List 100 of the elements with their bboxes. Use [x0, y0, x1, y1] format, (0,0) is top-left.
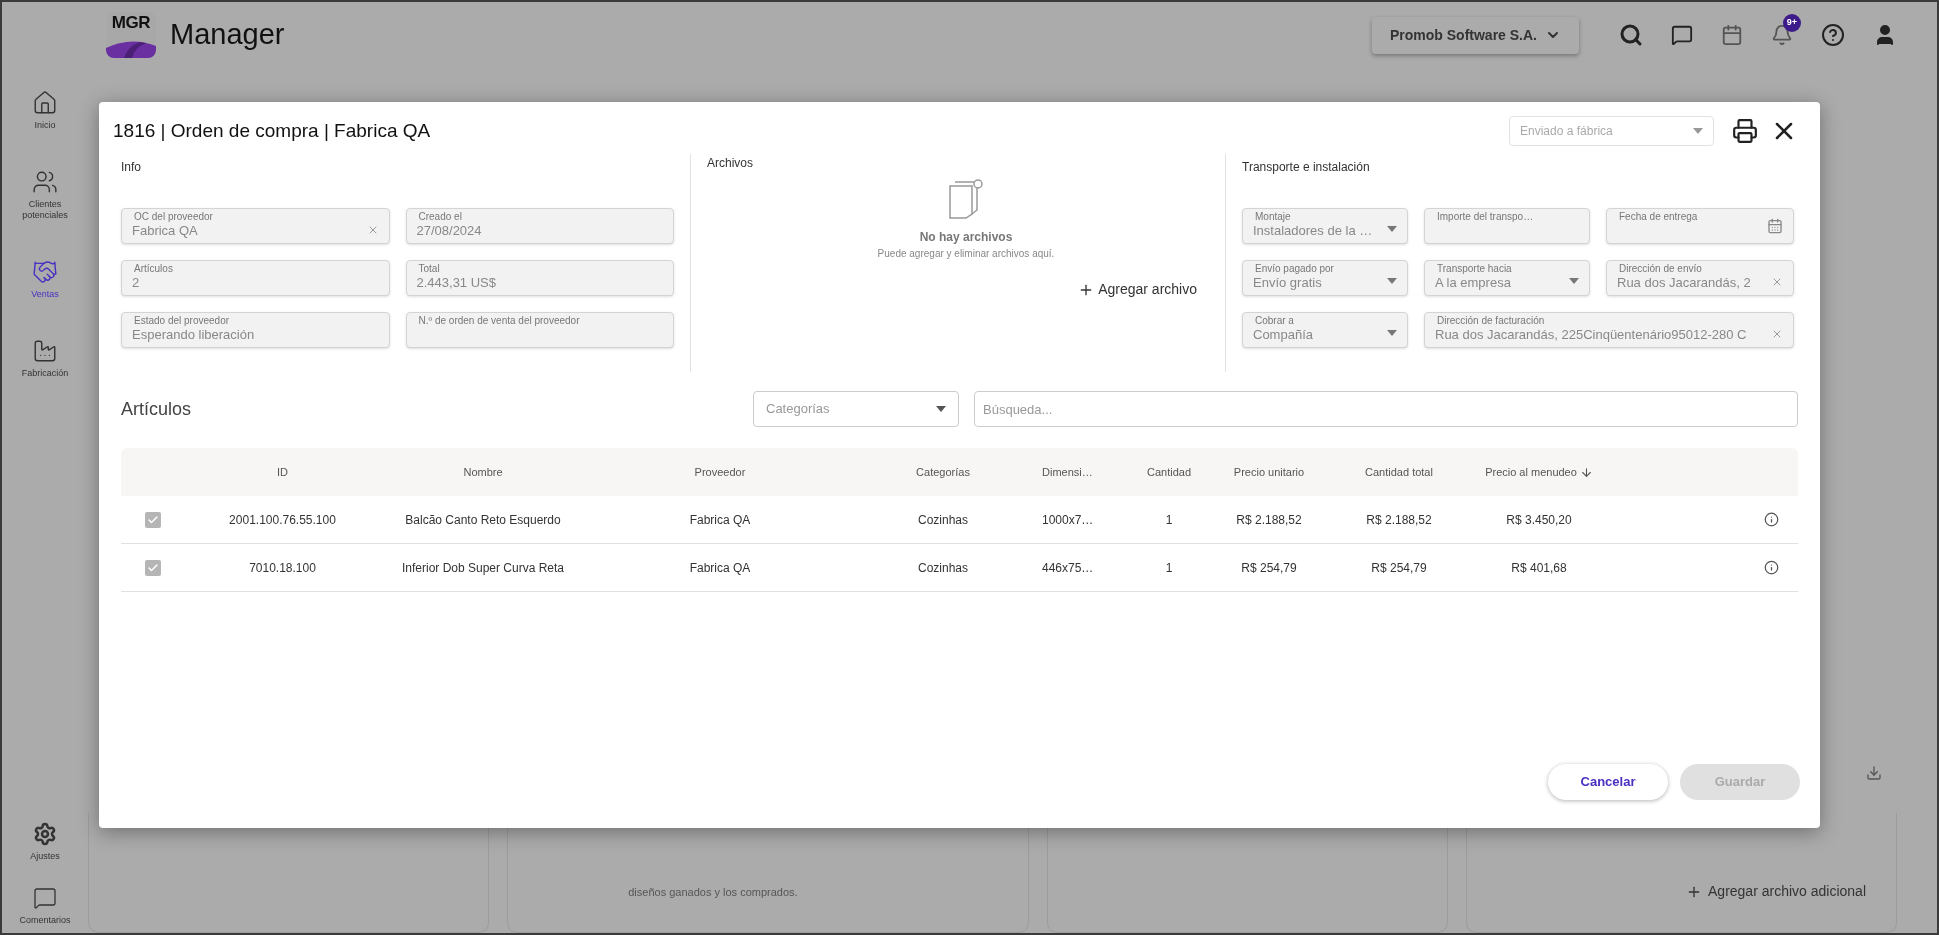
- caret-icon: [1693, 128, 1703, 134]
- form-field[interactable]: Cobrar a Compañía: [1242, 312, 1408, 348]
- table-cell-text: 2001.100.76.55.100: [228, 511, 337, 529]
- help-icon[interactable]: [1821, 23, 1845, 47]
- table-cell-text: 446x75…: [1041, 559, 1095, 577]
- table-cell-text: R$ 254,79: [1240, 559, 1298, 577]
- field-value: A la empresa: [1435, 274, 1512, 292]
- table-cell-text: R$ 254,79: [1370, 559, 1428, 577]
- add-file-button[interactable]: Agregar archivo adicional: [1686, 881, 1866, 902]
- company-selector[interactable]: Promob Software S.A.: [1371, 16, 1579, 54]
- column-header[interactable]: Categorías: [854, 463, 1032, 481]
- form-field[interactable]: Estado del proveedor Esperando liberación: [121, 312, 390, 348]
- search-icon[interactable]: [1619, 23, 1643, 47]
- sidebar-item[interactable]: Ventas: [5, 259, 85, 300]
- clear-icon[interactable]: [1771, 328, 1783, 340]
- download-icon[interactable]: [1866, 765, 1882, 781]
- field-value: Esperando liberación: [132, 326, 256, 344]
- section-title: Info: [121, 160, 141, 174]
- form-field[interactable]: Fecha de entrega: [1606, 208, 1794, 244]
- field-label: Dirección de envío: [1619, 262, 1702, 276]
- form-field[interactable]: N.º de orden de venta del proveedor: [405, 312, 674, 348]
- empty-text: Puede agregar y eliminar archivos aquí.: [877, 247, 1055, 261]
- form-field[interactable]: Total 2.443,31 US$: [405, 260, 674, 296]
- check-icon: [147, 513, 159, 526]
- field-value: 2.443,31 US$: [416, 273, 497, 292]
- caret-icon[interactable]: [1387, 226, 1397, 232]
- caret-icon[interactable]: [1387, 330, 1397, 336]
- sort-icon[interactable]: [1579, 465, 1593, 479]
- calendar-icon[interactable]: [1721, 24, 1743, 46]
- table-cell-text: 1: [1164, 511, 1174, 529]
- column-header[interactable]: Nombre: [380, 463, 586, 481]
- field-value: 27/08/2024: [416, 221, 483, 240]
- field-label: Artículos: [134, 262, 173, 276]
- sidebar-item[interactable]: Clientes potenciales: [5, 169, 85, 221]
- section-title: Transporte e instalación: [1242, 160, 1370, 174]
- table-cell-text: Fabrica QA: [688, 559, 752, 577]
- sidebar-item[interactable]: Ajustes: [5, 822, 85, 864]
- checkbox[interactable]: [145, 511, 161, 528]
- form-field[interactable]: Transporte hacia A la empresa: [1424, 260, 1590, 296]
- field-value: Instaladores de la …: [1253, 222, 1374, 240]
- column-header[interactable]: Dimensi…: [1032, 463, 1136, 481]
- calendar-icon[interactable]: [1767, 218, 1783, 234]
- field-label: OC del proveedor: [134, 210, 213, 224]
- form-field[interactable]: Dirección de facturación Rua dos Jacarandás, 225Cinqüentenário95012-280 C: [1424, 312, 1794, 348]
- table-cell-text: Cozinhas: [917, 511, 969, 529]
- column-header[interactable]: Precio al menudeo: [1462, 463, 1616, 481]
- field-value: 2: [132, 273, 141, 292]
- caret-icon[interactable]: [1387, 278, 1397, 284]
- sidebar-item[interactable]: Inicio: [5, 90, 85, 131]
- handshake-icon: [32, 259, 58, 285]
- caret-icon[interactable]: [1569, 278, 1579, 284]
- form-field[interactable]: Envío pagado por Envío gratis: [1242, 260, 1408, 296]
- field-label: Envío pagado por: [1255, 262, 1334, 276]
- field-label: Dirección de facturación: [1437, 314, 1545, 328]
- info-icon[interactable]: [1763, 512, 1779, 527]
- sidebar-item[interactable]: Comentarios: [5, 885, 85, 927]
- column-header[interactable]: Proveedor: [586, 463, 854, 481]
- info-icon[interactable]: [1763, 560, 1779, 575]
- people-icon: [32, 169, 58, 195]
- table-cell-text: Fabrica QA: [688, 511, 752, 529]
- table-cell-text: 7010.18.100: [248, 559, 317, 577]
- table-cell-text: R$ 2.188,52: [1365, 511, 1433, 529]
- form-field[interactable]: Importe del transpo…: [1424, 208, 1590, 244]
- speech-bubble-icon: [33, 885, 57, 910]
- field-value: Envío gratis: [1253, 274, 1323, 292]
- table-cell-text: R$ 3.450,20: [1505, 511, 1573, 529]
- clear-icon[interactable]: [1771, 276, 1783, 288]
- chat-icon[interactable]: [1671, 24, 1693, 46]
- check-icon: [147, 561, 159, 574]
- add-file-button[interactable]: Agregar archivo: [1078, 279, 1197, 300]
- column-header[interactable]: Precio unitario: [1202, 463, 1336, 481]
- column-header[interactable]: ID: [185, 463, 380, 481]
- sidebar-item[interactable]: Fabricación: [5, 338, 85, 379]
- column-header[interactable]: Cantidad: [1136, 463, 1202, 481]
- field-label: N.º de orden de venta del proveedor: [418, 314, 580, 328]
- form-field[interactable]: Creado el 27/08/2024: [405, 208, 674, 244]
- form-field[interactable]: Dirección de envío Rua dos Jacarandás, 2: [1606, 260, 1794, 296]
- house-icon: [32, 90, 58, 116]
- files-icon: [946, 178, 986, 220]
- form-field[interactable]: Artículos 2: [121, 260, 390, 296]
- search-field[interactable]: Búsqueda...: [974, 391, 1798, 427]
- table-cell-text: Inferior Dob Super Curva Reta: [400, 559, 566, 577]
- notification-badge: 9+: [1783, 14, 1801, 32]
- checkbox[interactable]: [145, 559, 161, 576]
- caret-icon: [936, 406, 946, 412]
- field-value: Rua dos Jacarandás, 2: [1617, 273, 1752, 292]
- form-field[interactable]: Montaje Instaladores de la …: [1242, 208, 1408, 244]
- table-cell-text: 1: [1164, 559, 1174, 577]
- field-label: Estado del proveedor: [134, 314, 230, 328]
- field-label: Transporte hacia: [1437, 262, 1512, 276]
- app-title: Manager: [170, 17, 285, 53]
- field-label: Importe del transpo…: [1437, 210, 1534, 224]
- dialog-title: 1816 | Orden de compra | Fabrica QA: [113, 118, 431, 143]
- category-dropdown[interactable]: Categorías: [753, 391, 959, 427]
- form-field[interactable]: OC del proveedor Fabrica QA: [121, 208, 390, 244]
- notification-icon[interactable]: [1771, 24, 1793, 46]
- cancel-button[interactable]: Cancelar: [1548, 764, 1668, 800]
- field-label: Creado el: [418, 210, 462, 224]
- column-header[interactable]: Cantidad total: [1336, 463, 1462, 481]
- print-icon[interactable]: [1732, 118, 1758, 144]
